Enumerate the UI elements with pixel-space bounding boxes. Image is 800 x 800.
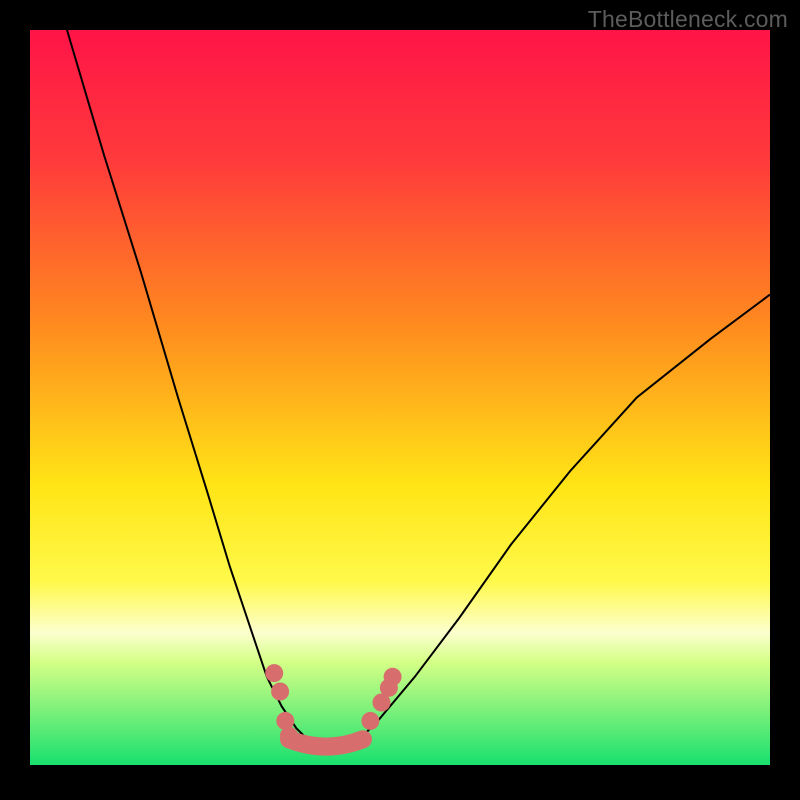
plot-gradient-area xyxy=(30,30,770,765)
marker-dot xyxy=(384,668,402,686)
marker-dot xyxy=(265,664,283,682)
trough-highlight xyxy=(289,739,363,746)
marker-dot xyxy=(361,712,379,730)
outer-black-frame: TheBottleneck.com xyxy=(0,0,800,800)
marker-dot xyxy=(280,727,298,745)
curve-left-branch xyxy=(67,30,311,743)
marker-group xyxy=(265,664,401,745)
curve-right-branch xyxy=(356,295,770,743)
marker-dot xyxy=(271,683,289,701)
chart-svg xyxy=(30,30,770,765)
watermark-text: TheBottleneck.com xyxy=(588,6,788,33)
